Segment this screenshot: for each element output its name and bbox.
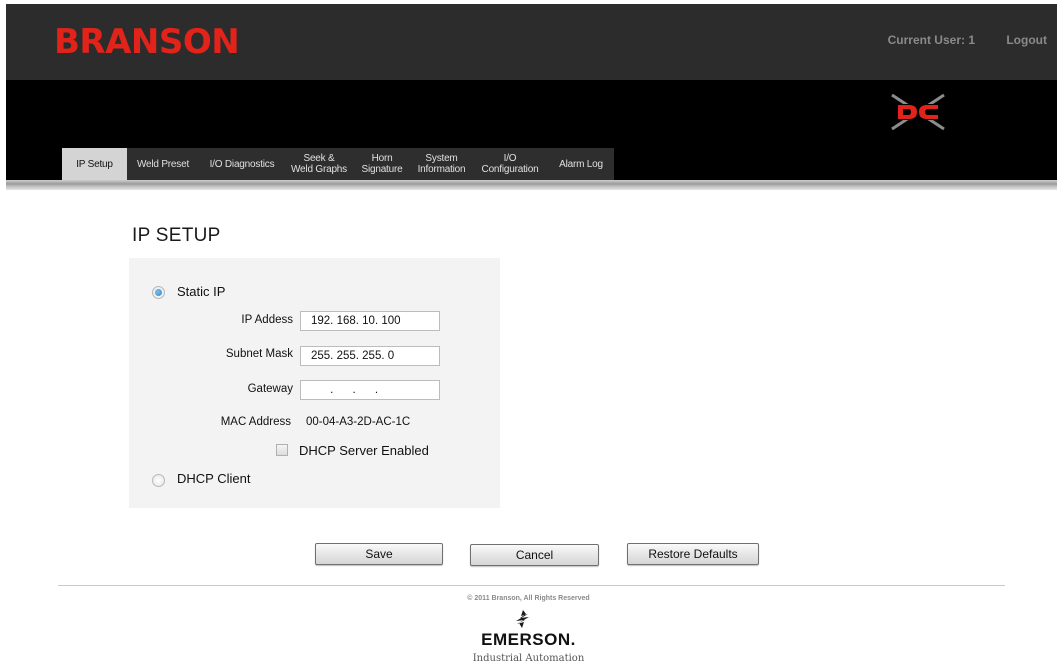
dhcp-client-radio[interactable] — [152, 474, 165, 487]
current-user-label: Current User: 1 — [887, 33, 975, 47]
tab-horn-signature[interactable]: Horn Signature — [353, 148, 411, 180]
tab-label-line2: Information — [417, 164, 466, 175]
save-button[interactable]: Save — [315, 543, 443, 565]
header-top-bar: BRANSON Current User: 1 Logout — [6, 4, 1057, 80]
copyright-text: © 2011 Branson, All Rights Reserved — [467, 595, 590, 602]
dhcp-server-label: DHCP Server Enabled — [299, 443, 429, 458]
restore-defaults-button[interactable]: Restore Defaults — [627, 543, 759, 565]
ip-address-input[interactable] — [300, 311, 440, 331]
tab-weld-preset[interactable]: Weld Preset — [127, 148, 199, 180]
gateway-input[interactable] — [300, 380, 440, 400]
cancel-button[interactable]: Cancel — [470, 544, 599, 566]
emerson-wordmark: EMERSON. — [481, 630, 576, 649]
tab-label: IP Setup — [76, 158, 113, 170]
dhcp-client-label: DHCP Client — [177, 471, 251, 486]
tab-label-line1: System — [425, 153, 458, 164]
tab-label: Weld Preset — [136, 158, 190, 170]
industrial-automation-text: Industrial Automation — [472, 653, 585, 664]
tab-alarm-log[interactable]: Alarm Log — [548, 148, 614, 180]
tab-label-line1: Seek & — [303, 153, 335, 164]
static-ip-radio[interactable] — [152, 286, 165, 299]
tab-io-diagnostics[interactable]: I/O Diagnostics — [199, 148, 285, 180]
tab-label: I/O Diagnostics — [209, 158, 275, 170]
dcx-logo-icon — [891, 93, 945, 131]
dhcp-server-checkbox[interactable] — [276, 444, 288, 456]
emerson-logo-icon — [516, 610, 529, 628]
tab-label: Alarm Log — [559, 158, 603, 170]
subnet-mask-label: Subnet Mask — [225, 348, 293, 360]
page-title: IP SETUP — [132, 225, 221, 246]
tab-label-line1: Horn — [371, 153, 393, 164]
static-ip-label: Static IP — [177, 284, 226, 299]
tab-label-line1: I/O — [503, 153, 517, 164]
tab-io-configuration[interactable]: I/O Configuration — [472, 148, 548, 180]
header-divider — [6, 180, 1057, 190]
header-nav-bar: IP Setup Weld Preset I/O Diagnostics See… — [6, 80, 1057, 180]
tab-seek-weld-graphs[interactable]: Seek & Weld Graphs — [285, 148, 353, 180]
tab-label-line2: Weld Graphs — [291, 164, 347, 175]
tab-system-information[interactable]: System Information — [411, 148, 472, 180]
footer-divider — [58, 585, 1005, 586]
mac-address-value: 00-04-A3-2D-AC-1C — [306, 416, 411, 428]
tab-label-line2: Configuration — [481, 164, 539, 175]
logout-link[interactable]: Logout — [1006, 33, 1047, 47]
mac-address-label: MAC Address — [220, 416, 291, 428]
subnet-mask-input[interactable] — [300, 346, 440, 366]
gateway-label: Gateway — [247, 383, 293, 395]
ip-address-label: IP Addess — [241, 314, 293, 326]
tab-ip-setup[interactable]: IP Setup — [62, 148, 127, 180]
ip-setup-panel: Static IP IP Addess Subnet Mask Gateway … — [129, 258, 500, 508]
branson-logo: BRANSON — [54, 22, 240, 62]
tab-label-line2: Signature — [361, 164, 403, 175]
main-tab-bar: IP Setup Weld Preset I/O Diagnostics See… — [62, 148, 614, 180]
